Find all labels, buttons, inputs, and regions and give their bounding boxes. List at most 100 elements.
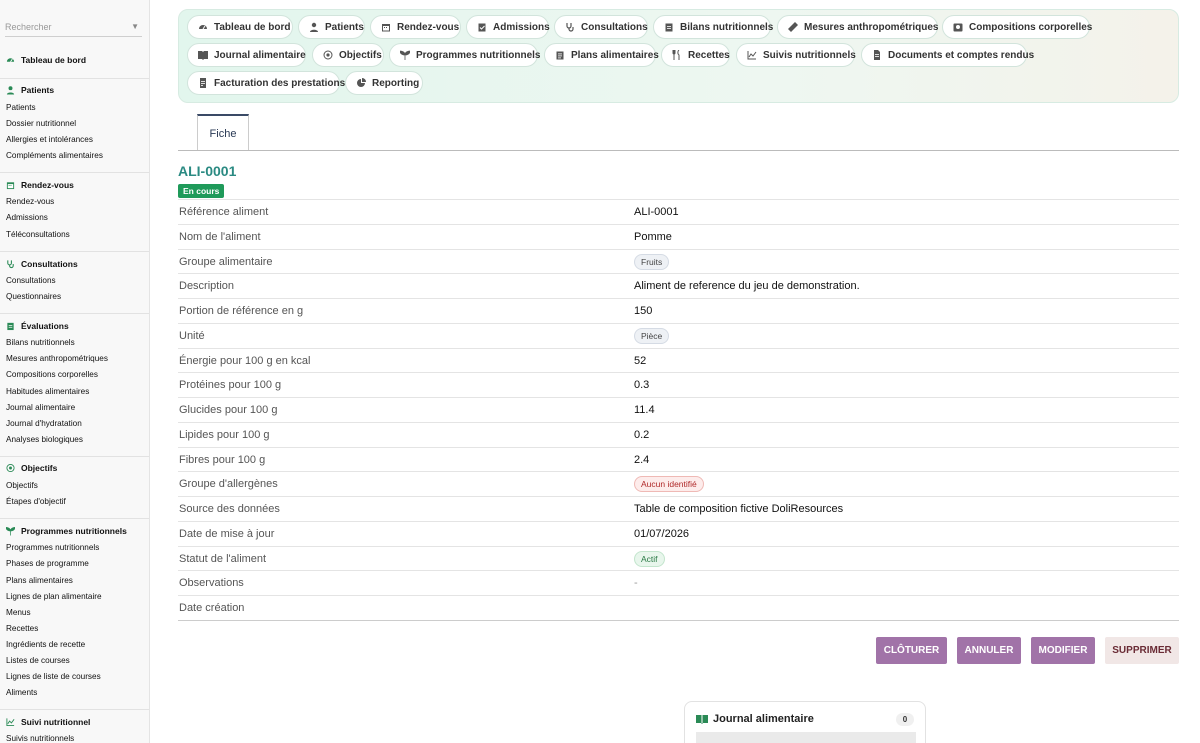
user-icon <box>6 86 15 95</box>
nav-pill-mesures-anthropom-triques[interactable]: Mesures anthropométriques <box>777 15 938 39</box>
sidebar-item[interactable]: Mesures anthropométriques <box>6 354 108 363</box>
field-row: Protéines pour 100 g 0.3 <box>178 372 1179 397</box>
field-row: Glucides pour 100 g 11.4 <box>178 397 1179 422</box>
invoice-icon <box>198 78 208 88</box>
record-title: ALI-0001 <box>178 163 237 179</box>
nav-pill-journal-alimentaire[interactable]: Journal alimentaire <box>187 43 306 67</box>
sidebar-item[interactable]: Compositions corporelles <box>6 370 98 379</box>
field-row: Portion de référence en g 150 <box>178 298 1179 323</box>
search-input[interactable]: Rechercher ▼ <box>5 17 142 37</box>
sidebar-section-5[interactable]: Évaluations <box>6 321 69 331</box>
nav-pill-bilans-nutritionnels[interactable]: Bilans nutritionnels <box>653 15 773 39</box>
sidebar-item[interactable]: Téléconsultations <box>6 230 70 239</box>
nav-pill-label: Mesures anthropométriques <box>804 21 939 33</box>
sidebar-section-4[interactable]: Consultations <box>6 259 78 269</box>
sidebar-item[interactable]: Rendez-vous <box>6 197 54 206</box>
chevron-down-icon[interactable]: ▼ <box>131 17 139 37</box>
field-value: Pomme <box>634 230 672 243</box>
clipboard-check-icon <box>477 22 487 32</box>
nav-pill-label: Rendez-vous <box>397 21 460 33</box>
sidebar-item[interactable]: Journal alimentaire <box>6 403 75 412</box>
field-value: 11.4 <box>634 404 655 416</box>
sidebar-item[interactable]: Analyses biologiques <box>6 435 83 444</box>
field-label: Glucides pour 100 g <box>179 404 278 416</box>
sidebar-item[interactable]: Habitudes alimentaires <box>6 387 89 396</box>
nav-pill-facturation-des-prestations[interactable]: Facturation des prestations <box>187 71 345 95</box>
sidebar-section-3[interactable]: Rendez-vous <box>6 180 74 190</box>
top-navigation: Tableau de bord Patients Rendez-vous Admiss… <box>178 9 1179 103</box>
field-row: Référence aliment ALI-0001 <box>178 199 1179 224</box>
sidebar-item[interactable]: Menus <box>6 608 31 617</box>
sidebar-section-2[interactable]: Patients <box>6 85 54 95</box>
field-row: Fibres pour 100 g 2.4 <box>178 446 1179 472</box>
sidebar-item[interactable]: Suivis nutritionnels <box>6 734 74 743</box>
sidebar-section-8[interactable]: Suivi nutritionnel <box>6 717 90 727</box>
field-value: ALI-0001 <box>634 206 679 218</box>
sidebar-item[interactable]: Étapes d'objectif <box>6 497 66 506</box>
sidebar-section-label: Programmes nutritionnels <box>21 526 127 536</box>
sidebar-item[interactable]: Bilans nutritionnels <box>6 338 75 347</box>
nav-pill-programmes-nutritionnels[interactable]: Programmes nutritionnels <box>389 43 540 67</box>
field-row: Date création <box>178 595 1179 620</box>
sidebar-divider <box>0 518 149 519</box>
sidebar-item[interactable]: Admissions <box>6 213 48 222</box>
nav-pill-rendez-vous[interactable]: Rendez-vous <box>370 15 461 39</box>
edit-button-label: MODIFIER <box>1038 645 1088 656</box>
clipboard-icon <box>6 322 15 331</box>
sidebar-item[interactable]: Aliments <box>6 688 37 697</box>
nav-pill-reporting[interactable]: Reporting <box>345 71 423 95</box>
nav-pill-documents-et-comptes-rendus[interactable]: Documents et comptes rendus <box>861 43 1034 67</box>
field-label: Groupe d'allergènes <box>179 478 278 491</box>
sidebar-item[interactable]: Recettes <box>6 624 38 633</box>
sidebar-section-label: Évaluations <box>21 321 69 331</box>
sidebar-item[interactable]: Patients <box>6 103 36 112</box>
nav-pill-recettes[interactable]: Recettes <box>661 43 730 67</box>
sidebar-item[interactable]: Ingrédients de recette <box>6 640 85 649</box>
sidebar-item[interactable]: Objectifs <box>6 481 38 490</box>
sidebar-item[interactable]: Phases de programme <box>6 559 89 568</box>
edit-button[interactable]: MODIFIER <box>1031 637 1095 664</box>
nav-pill-objectifs[interactable]: Objectifs <box>312 43 384 67</box>
nav-pill-consultations[interactable]: Consultations <box>554 15 648 39</box>
sidebar-item[interactable]: Dossier nutritionnel <box>6 119 76 128</box>
nav-pill-suivis-nutritionnels[interactable]: Suivis nutritionnels <box>736 43 856 67</box>
nav-pill-admissions[interactable]: Admissions <box>466 15 550 39</box>
nav-pill-label: Plans alimentaires <box>571 49 659 61</box>
sidebar: Rechercher ▼ Tableau de bord Patients Pati… <box>0 0 150 743</box>
sidebar-item[interactable]: Questionnaires <box>6 292 61 301</box>
field-value-badge: Aucun identifié <box>634 476 704 493</box>
nav-pill-label: Compositions corporelles <box>969 21 1093 33</box>
sidebar-item[interactable]: Lignes de liste de courses <box>6 672 101 681</box>
nav-pill-plans-alimentaires[interactable]: Plans alimentaires <box>544 43 659 67</box>
field-row: Énergie pour 100 g en kcal 52 <box>178 347 1179 373</box>
sidebar-item[interactable]: Lignes de plan alimentaire <box>6 592 102 601</box>
nav-pill-label: Tableau de bord <box>214 21 291 33</box>
field-label: Nom de l'aliment <box>179 230 261 243</box>
sidebar-item[interactable]: Plans alimentaires <box>6 576 73 585</box>
sidebar-item[interactable]: Allergies et intolérances <box>6 135 93 144</box>
field-label: Date de mise à jour <box>179 527 275 540</box>
sidebar-section-1[interactable]: Tableau de bord <box>6 55 86 65</box>
field-label: Observations <box>179 577 244 590</box>
tab-fiche[interactable]: Fiche <box>197 114 249 151</box>
sidebar-section-label: Patients <box>21 85 55 95</box>
sidebar-divider <box>0 78 149 79</box>
sidebar-item[interactable]: Journal d'hydratation <box>6 419 82 428</box>
close-button[interactable]: CLÔTURER <box>876 637 947 664</box>
sidebar-section-7[interactable]: Programmes nutritionnels <box>6 526 127 536</box>
field-value: Aliment de reference du jeu de demonstra… <box>634 280 860 293</box>
nav-pill-patients[interactable]: Patients <box>298 15 365 39</box>
sidebar-item[interactable]: Consultations <box>6 276 56 285</box>
sidebar-item[interactable]: Programmes nutritionnels <box>6 543 99 552</box>
delete-button[interactable]: SUPPRIMER <box>1105 637 1179 664</box>
sidebar-section-6[interactable]: Objectifs <box>6 463 57 473</box>
field-row: Nom de l'aliment Pomme <box>178 223 1179 249</box>
sidebar-item[interactable]: Listes de courses <box>6 656 70 665</box>
dashboard-icon <box>6 56 15 65</box>
sidebar-section-label: Objectifs <box>21 463 58 473</box>
field-value: 52 <box>634 354 647 367</box>
nav-pill-compositions-corporelles[interactable]: Compositions corporelles <box>942 15 1093 39</box>
cancel-button[interactable]: ANNULER <box>957 637 1021 664</box>
sidebar-item[interactable]: Compléments alimentaires <box>6 151 103 160</box>
nav-pill-tableau-de-bord[interactable]: Tableau de bord <box>187 15 293 39</box>
